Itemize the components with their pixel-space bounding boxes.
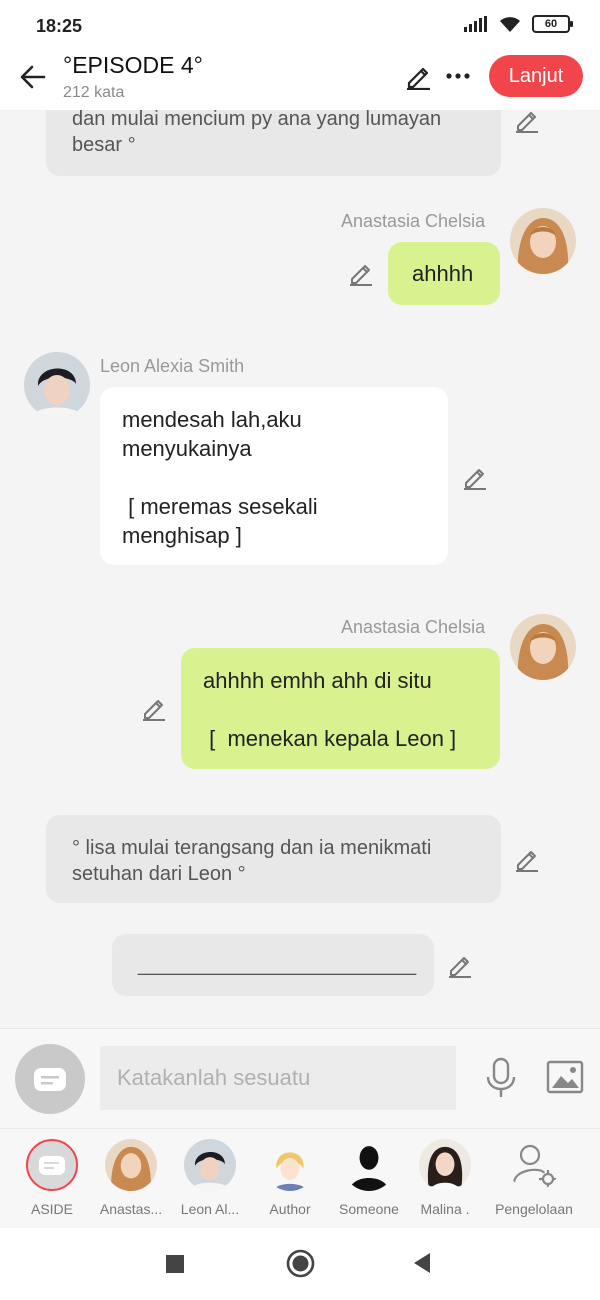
message-composer xyxy=(0,1028,600,1128)
status-bar: 18:25 60 xyxy=(0,0,600,52)
narration-text: dan mulai mencium py ana yang lumayan be… xyxy=(72,110,442,156)
signal-icon xyxy=(464,16,487,32)
narration-bubble[interactable]: dan mulai mencium py ana yang lumayan be… xyxy=(46,110,501,176)
message-text: ahhhh xyxy=(412,261,474,286)
character-someone[interactable]: Someone xyxy=(329,1139,409,1217)
edit-message-icon[interactable] xyxy=(514,110,540,133)
character-anastasia[interactable]: Anastas... xyxy=(91,1139,171,1217)
chat-icon xyxy=(34,1068,66,1091)
message-input[interactable] xyxy=(100,1046,456,1110)
other-message-bubble[interactable]: mendesah lah,aku menyukainya [ meremas s… xyxy=(100,387,448,565)
narration-bubble[interactable]: _________________________ xyxy=(112,934,434,996)
avatar-author-icon xyxy=(264,1139,316,1191)
message-line: [ meremas sesekali xyxy=(122,494,318,519)
avatar-anastasia-icon xyxy=(105,1139,157,1191)
recent-apps-icon[interactable] xyxy=(165,1254,185,1274)
manage-icon xyxy=(508,1139,560,1191)
edit-message-icon[interactable] xyxy=(447,952,473,978)
aside-toggle-button[interactable] xyxy=(15,1044,85,1114)
system-nav-bar xyxy=(0,1228,600,1300)
character-label: Someone xyxy=(339,1201,399,1217)
battery-icon: 60 xyxy=(532,15,573,33)
avatar[interactable] xyxy=(510,208,576,274)
character-label: Malina . xyxy=(420,1201,470,1217)
edit-message-icon[interactable] xyxy=(462,464,488,490)
avatar[interactable] xyxy=(24,352,90,418)
message-line: ahhhh emhh ahh di situ xyxy=(203,668,432,693)
avatar-anastasia-icon xyxy=(510,208,576,274)
message-line: [ menekan kepala Leon ] xyxy=(203,726,457,751)
character-malina[interactable]: Malina . xyxy=(405,1139,485,1217)
edit-title-icon[interactable] xyxy=(404,62,432,90)
my-message-bubble[interactable]: ahhhh xyxy=(388,242,500,305)
image-icon[interactable] xyxy=(546,1059,584,1095)
continue-button[interactable]: Lanjut xyxy=(489,55,583,97)
back-nav-icon[interactable] xyxy=(412,1252,432,1274)
microphone-icon[interactable] xyxy=(484,1057,518,1099)
sender-name: Anastasia Chelsia xyxy=(341,211,486,231)
character-bar: ASIDE Anastas... Leon Al... Author Someo… xyxy=(0,1128,600,1228)
chat-area[interactable]: dan mulai mencium py ana yang lumayan be… xyxy=(0,110,600,1028)
character-leon[interactable]: Leon Al... xyxy=(170,1139,250,1217)
character-label: Author xyxy=(269,1201,311,1217)
status-time: 18:25 xyxy=(36,16,83,36)
character-aside[interactable]: ASIDE xyxy=(12,1139,92,1217)
back-arrow-icon[interactable] xyxy=(16,60,50,94)
edit-message-icon[interactable] xyxy=(514,846,540,872)
sender-name: Anastasia Chelsia xyxy=(341,617,486,637)
avatar-anastasia-icon xyxy=(510,614,576,680)
avatar-leon-icon xyxy=(24,352,90,418)
top-bar: °EPISODE 4° 212 kata Lanjut xyxy=(0,52,600,110)
avatar-someone-icon xyxy=(343,1139,395,1191)
message-line: menyukainya xyxy=(122,436,252,461)
narration-text: _________________________ xyxy=(138,954,417,976)
character-label: Anastas... xyxy=(99,1201,163,1217)
chat-icon xyxy=(26,1139,78,1191)
message-line: mendesah lah,aku xyxy=(122,407,302,432)
status-icons: 60 xyxy=(464,15,573,33)
home-icon[interactable] xyxy=(286,1249,315,1278)
avatar-leon-icon xyxy=(184,1139,236,1191)
word-count: 212 kata xyxy=(63,84,125,101)
narration-text: ° lisa mulai terangsang dan ia menikmati… xyxy=(72,837,432,885)
narration-bubble[interactable]: ° lisa mulai terangsang dan ia menikmati… xyxy=(46,815,501,903)
avatar[interactable] xyxy=(510,614,576,680)
character-label: Pengelolaan xyxy=(495,1201,573,1217)
wifi-icon xyxy=(500,17,520,32)
edit-message-icon[interactable] xyxy=(348,260,374,286)
character-author[interactable]: Author xyxy=(250,1139,330,1217)
more-options-icon[interactable] xyxy=(444,62,472,90)
character-label: Leon Al... xyxy=(180,1201,240,1217)
sender-name: Leon Alexia Smith xyxy=(100,356,245,376)
my-message-bubble[interactable]: ahhhh emhh ahh di situ [ menekan kepala … xyxy=(181,648,500,769)
edit-message-icon[interactable] xyxy=(141,695,167,721)
character-label: ASIDE xyxy=(30,1201,73,1217)
avatar-malina-icon xyxy=(419,1139,471,1191)
character-manage[interactable]: Pengelolaan xyxy=(488,1139,580,1217)
message-line: menghisap ] xyxy=(122,523,242,548)
page-title: °EPISODE 4° xyxy=(63,52,203,78)
